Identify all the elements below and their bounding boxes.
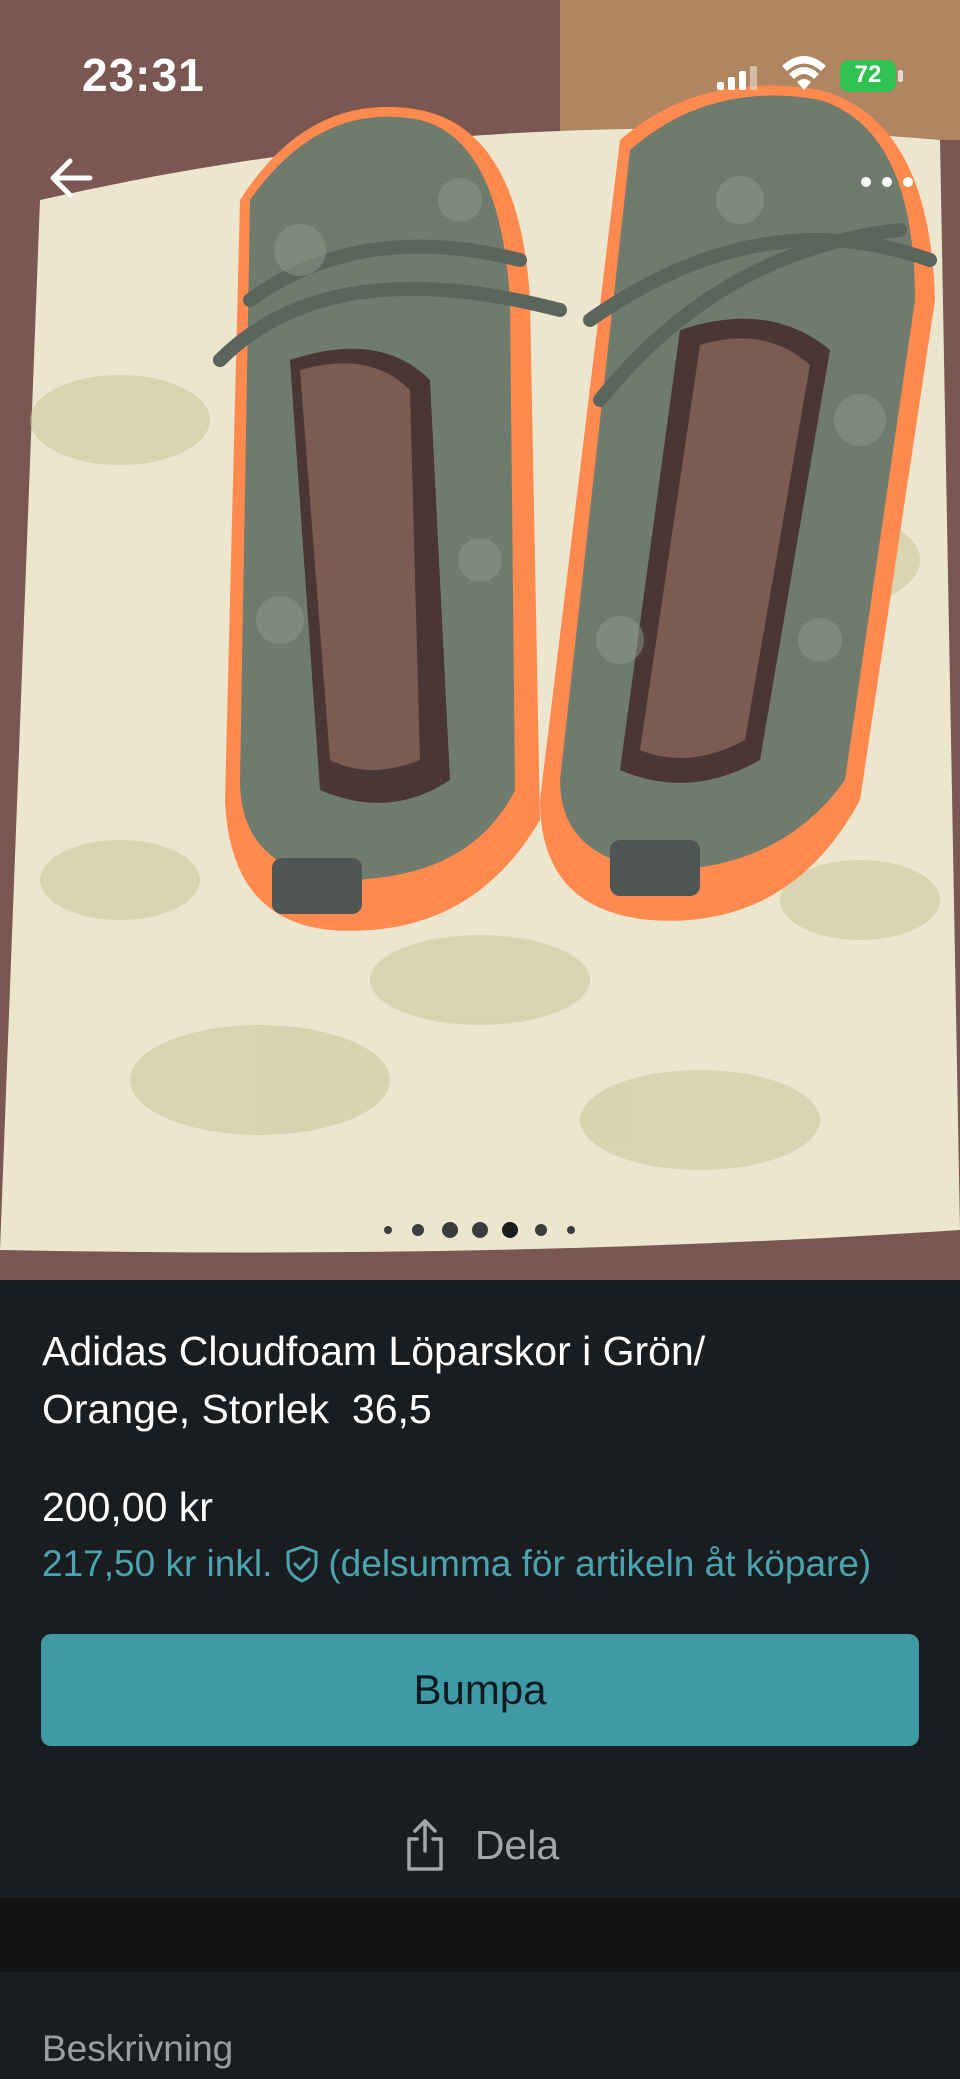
arrow-left-icon [50,158,93,198]
share-icon [407,1819,443,1871]
price-incl-note: (delsumma för artikeln åt köpare) [328,1543,872,1584]
battery-icon: 72 [840,60,906,92]
cellular-signal-icon [717,66,757,90]
battery-level: 72 [854,61,882,88]
shield-check-icon [286,1545,318,1583]
shoes-photo-illustration [0,0,960,1280]
carousel-dot[interactable] [412,1224,424,1236]
listing-title-line-2: Orange, Storlek 36,5 [42,1386,432,1432]
carousel-dot[interactable] [535,1224,547,1236]
status-bar: 23:31 72 [0,0,960,150]
section-separator [0,1898,960,1972]
wifi-icon [782,56,826,90]
carousel-dot[interactable] [384,1226,392,1234]
share-label: Dela [474,1821,560,1868]
price-incl-amount: 217,50 kr inkl. [42,1543,273,1584]
carousel-dots[interactable] [380,1221,580,1239]
buyer-protection-price[interactable]: 217,50 kr inkl. (delsumma för artikeln å… [42,1543,871,1585]
listing-title-line-1: Adidas Cloudfoam Löparskor i Grön/ [42,1328,706,1374]
carousel-dot[interactable] [567,1226,575,1234]
listing-photo[interactable] [0,0,960,1280]
listing-price: 200,00 kr [42,1484,213,1530]
carousel-dot[interactable] [442,1222,458,1238]
description-heading: Beskrivning [42,2028,234,2069]
bump-button[interactable]: Bumpa [41,1634,919,1746]
back-button[interactable] [44,150,100,206]
listing-title: Adidas Cloudfoam Löparskor i Grön/ Orang… [42,1322,922,1438]
more-horizontal-icon [861,177,913,187]
carousel-dot[interactable] [472,1222,488,1238]
share-button[interactable]: Dela [0,1810,960,1880]
more-options-button[interactable] [852,160,922,200]
carousel-dot-active[interactable] [502,1222,518,1238]
status-time: 23:31 [82,49,205,101]
